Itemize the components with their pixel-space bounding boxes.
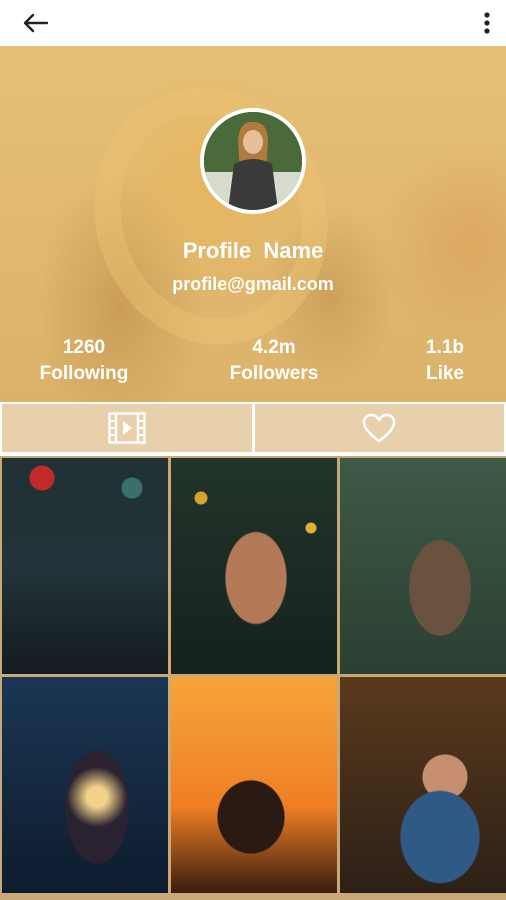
arrow-left-icon <box>23 13 49 33</box>
stat-like[interactable]: 1.1b Like <box>405 336 485 388</box>
media-grid <box>0 456 506 900</box>
avatar-photo <box>204 112 302 210</box>
grid-item-photo-woman-blue-sweater[interactable] <box>340 677 506 893</box>
grid-item-photo-woman-green-foliage[interactable] <box>340 458 506 674</box>
tab-videos[interactable] <box>0 402 254 454</box>
followers-count: 4.2m <box>252 337 296 358</box>
tab-liked[interactable] <box>253 402 506 454</box>
more-options-button[interactable] <box>476 8 498 38</box>
more-vertical-icon <box>484 12 490 34</box>
back-button[interactable] <box>18 8 54 38</box>
app-bar <box>0 0 506 46</box>
following-count: 1260 <box>62 337 106 358</box>
profile-header: Profile Name profile@gmail.com 1260 Foll… <box>0 46 506 402</box>
grid-item-photo-motorcycle-rider-sunset[interactable] <box>171 677 337 893</box>
heart-icon <box>363 413 396 443</box>
following-label: Following <box>39 363 129 384</box>
stat-followers[interactable]: 4.2m Followers <box>218 336 330 388</box>
profile-email: profile@gmail.com <box>172 274 334 294</box>
stat-following[interactable]: 1260 Following <box>28 336 140 388</box>
grid-item-photo-woman-autumn-leaves[interactable] <box>171 458 337 674</box>
grid-item-photo-woman-string-lights[interactable] <box>2 677 168 893</box>
video-icon <box>108 412 146 444</box>
grid-item-photo-woman-red-beanie[interactable] <box>2 458 168 674</box>
like-label: Like <box>425 363 465 384</box>
content-tabs <box>0 402 506 454</box>
avatar[interactable] <box>200 108 306 214</box>
profile-name: Profile Name <box>182 238 324 263</box>
followers-label: Followers <box>229 363 319 384</box>
like-count: 1.1b <box>425 337 465 358</box>
